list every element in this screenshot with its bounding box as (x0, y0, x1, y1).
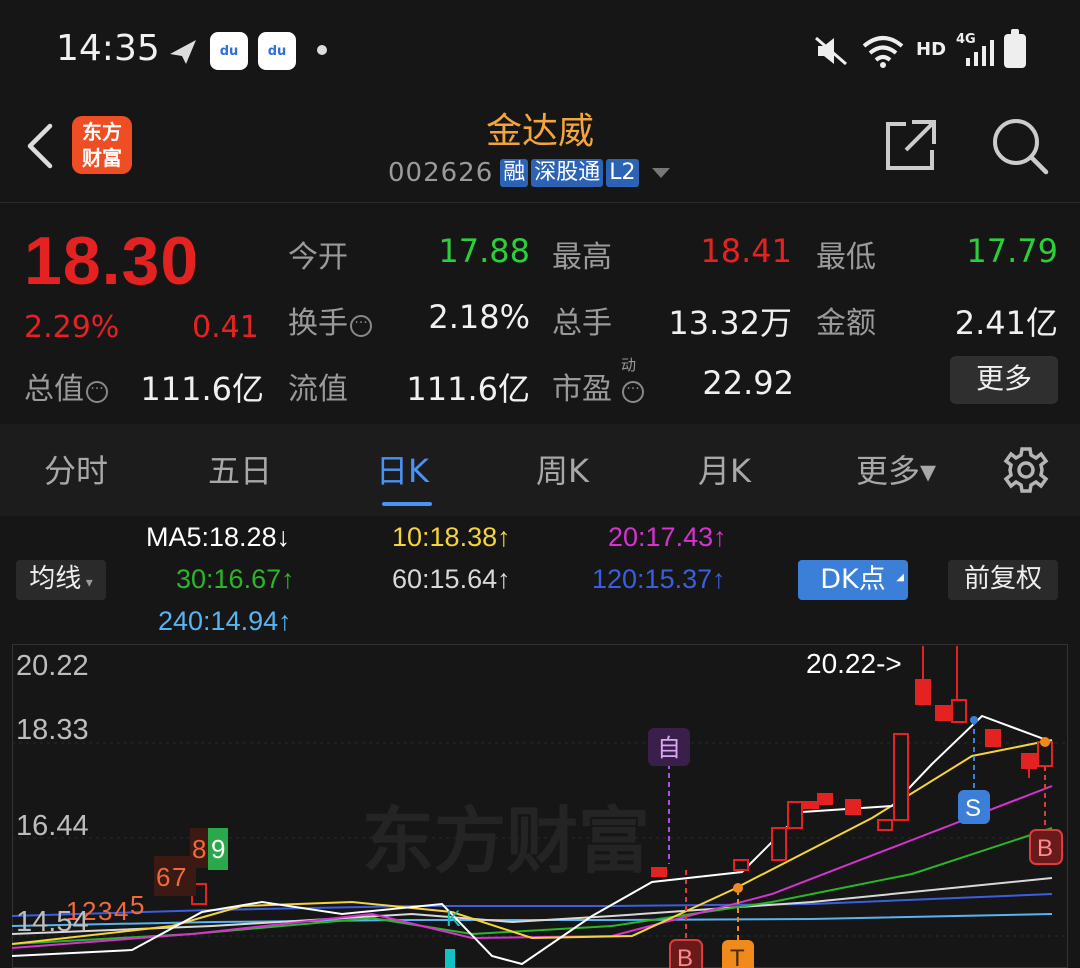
amount-value: 2.41亿 (954, 304, 1058, 342)
down-candles (445, 949, 455, 968)
notification-dot-icon (317, 45, 327, 55)
search-icon[interactable] (990, 116, 1050, 176)
svg-text:S: S (965, 795, 981, 822)
more-info-icon: ··· (350, 315, 372, 337)
status-bar: 14:35 du du HD 4G (0, 0, 1080, 100)
more-info-icon: ··· (622, 381, 644, 403)
ma5-label: MA5:18.28↓ (146, 522, 291, 552)
more-button[interactable]: 更多 (950, 356, 1058, 404)
connect-tag: 深股通 (531, 159, 604, 187)
margin-tag: 融 (500, 159, 529, 187)
total-value: 111.6亿 (140, 370, 264, 408)
pe-superscript: 动 (621, 356, 637, 374)
svg-text:自: 自 (657, 734, 681, 762)
float-value-label: 流值 (288, 372, 348, 407)
change-percent: 2.29% (24, 310, 120, 345)
wifi-icon (862, 36, 904, 68)
ma60-label: 60:15.64↑ (392, 564, 511, 594)
stock-header: 东方 财富 金达威 002626 融 深股通 L2 (0, 100, 1080, 202)
high-value: 18.41 (700, 232, 792, 270)
svg-text:T: T (730, 945, 745, 968)
ma240-label: 240:14.94↑ (158, 606, 292, 636)
tab-intraday[interactable]: 分时 (44, 446, 108, 492)
level2-tag: L2 (606, 159, 639, 187)
svg-text:4: 4 (114, 896, 128, 926)
hd-indicator: HD (916, 39, 947, 60)
open-value: 17.88 (438, 232, 530, 270)
float-value: 111.6亿 (406, 370, 530, 408)
ma120-line (12, 893, 1053, 917)
status-time: 14:35 (56, 28, 160, 69)
max-price-label: 20.22-> (806, 648, 902, 679)
battery-icon (1004, 29, 1026, 68)
ma20-label: 20:17.43↑ (608, 522, 727, 552)
turnover-value: 2.18% (428, 298, 530, 336)
indicator-type-button[interactable]: 均线 ▾ (16, 560, 106, 600)
y-tick-label: 14.54 (16, 906, 89, 938)
turnover-label[interactable]: 换手 ··· (288, 298, 372, 342)
svg-text:7: 7 (172, 862, 186, 892)
signal-icon (966, 40, 994, 66)
baidu-app-icon: du (258, 32, 296, 70)
k-line-chart[interactable]: 东方财富 6 7 8 1 2 3 4 5 9 K 自 S B B T (12, 644, 1068, 968)
y-tick-label: 16.44 (16, 810, 89, 842)
baidu-app-icon: du (210, 32, 248, 70)
change-amount: 0.41 (192, 310, 259, 345)
total-value-label[interactable]: 总值 ··· (24, 364, 108, 408)
ma30-label: 30:16.67↑ (176, 564, 295, 594)
dk-point-button[interactable]: DK点 ◢ (798, 560, 908, 600)
divider (0, 202, 1080, 203)
mute-icon (815, 36, 847, 66)
open-label: 今开 (288, 240, 348, 275)
ma120-label: 120:15.37↑ (592, 564, 726, 594)
tab-weekly-k[interactable]: 周K (536, 446, 589, 492)
tab-five-day[interactable]: 五日 (208, 446, 272, 492)
current-price: 18.30 (24, 223, 200, 299)
stock-subtitle[interactable]: 002626 融 深股通 L2 (388, 158, 670, 188)
tab-monthly-k[interactable]: 月K (698, 446, 751, 492)
stock-code: 002626 (388, 158, 494, 188)
svg-text:B: B (1037, 835, 1053, 862)
more-info-icon: ··· (86, 381, 108, 403)
y-tick-label: 18.33 (16, 714, 89, 746)
ma10-label: 10:18.38↑ (392, 522, 511, 552)
tab-daily-k[interactable]: 日K (376, 446, 429, 492)
svg-text:B: B (677, 945, 693, 968)
high-label: 最高 (552, 240, 612, 275)
active-tab-indicator (382, 502, 432, 506)
low-value: 17.79 (966, 232, 1058, 270)
svg-text:8: 8 (192, 834, 206, 864)
k-marker: K (446, 906, 461, 931)
send-icon (170, 40, 196, 64)
svg-text:6: 6 (156, 862, 170, 892)
forward-adjust-button[interactable]: 前复权 (948, 560, 1058, 600)
chevron-down-icon (651, 168, 670, 178)
watermark: 东方财富 (362, 799, 650, 883)
tab-more[interactable]: 更多▾ (856, 446, 936, 492)
y-tick-label: 20.22 (16, 650, 89, 682)
low-label: 最低 (816, 240, 876, 275)
sequence-nine-label: 9 (211, 834, 225, 864)
share-icon[interactable] (884, 118, 938, 172)
svg-text:5: 5 (130, 890, 144, 920)
amount-label: 金额 (816, 306, 876, 341)
volume-value: 13.32万 (668, 304, 792, 342)
svg-text:3: 3 (98, 896, 112, 926)
pe-value: 22.92 (702, 364, 794, 402)
volume-label: 总手 (552, 306, 612, 341)
gear-icon[interactable] (1002, 446, 1050, 494)
